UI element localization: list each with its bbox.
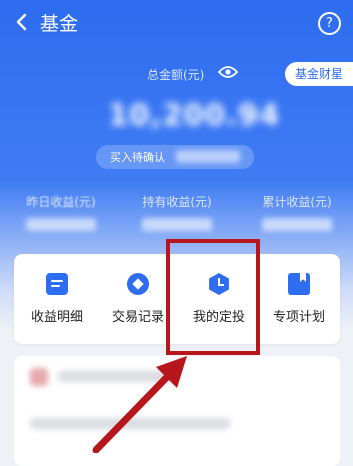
pending-confirmation-pill[interactable]: 买入待确认 (96, 145, 254, 169)
document-icon (46, 273, 68, 295)
page-title: 基金 (40, 13, 79, 35)
pending-confirmation-value (176, 150, 240, 163)
eye-icon[interactable] (218, 65, 238, 79)
bookmark-icon (288, 273, 310, 295)
fund-fortune-button[interactable]: 基金财星 (285, 62, 353, 86)
chevron-left-icon[interactable] (12, 12, 32, 32)
action-special-plan[interactable]: 专项计划 (259, 254, 339, 344)
stat-value (142, 218, 212, 231)
question-circle-icon[interactable]: ? (318, 12, 341, 35)
stat-label: 昨日收益(元) (26, 195, 96, 209)
record-icon (127, 273, 149, 295)
annotation-highlight-box (166, 239, 260, 355)
top-bar: 基金 ? (0, 0, 353, 44)
stat-value (26, 218, 96, 231)
total-amount-label: 总金额(元) (147, 68, 205, 82)
stat-value (262, 218, 332, 231)
stat-cumulative-earnings: 累计收益(元) (242, 193, 352, 231)
action-label: 专项计划 (272, 310, 325, 325)
blurred-list-card (14, 356, 340, 466)
total-amount-value: 10,200.94 (108, 98, 281, 132)
stat-label: 累计收益(元) (262, 195, 332, 209)
action-label: 收益明细 (30, 310, 83, 325)
stat-holding-earnings: 持有收益(元) (122, 193, 232, 231)
pending-confirmation-label: 买入待确认 (110, 151, 165, 164)
action-earnings-detail[interactable]: 收益明细 (17, 254, 97, 344)
blurred-row-text (58, 371, 178, 382)
stat-yesterday-earnings: 昨日收益(元) (6, 193, 116, 231)
blurred-row-icon (30, 368, 48, 386)
blurred-row-text (30, 418, 230, 429)
stat-label: 持有收益(元) (142, 195, 212, 209)
